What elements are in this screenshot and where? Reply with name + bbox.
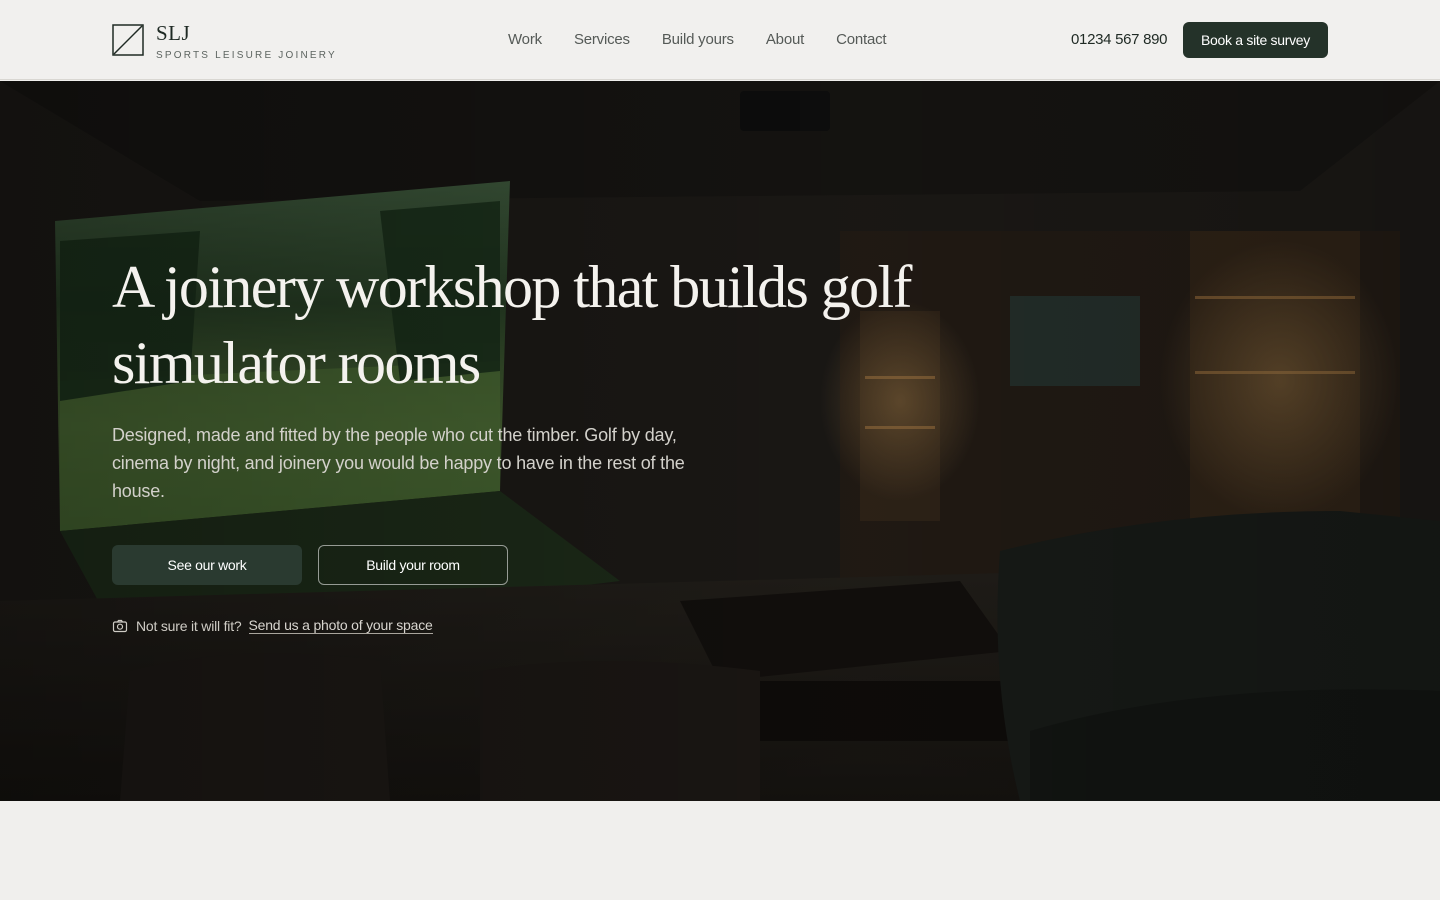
phone-link[interactable]: 01234 567 890 [1071,30,1168,50]
main-nav: Work Services Build yours About Contact [508,30,918,50]
diagonal-square-icon [112,24,144,56]
nav-about[interactable]: About [766,30,804,50]
build-your-room-button[interactable]: Build your room [318,545,508,585]
book-site-survey-button[interactable]: Book a site survey [1183,22,1328,58]
brand-tagline: SPORTS LEISURE JOINERY [156,50,337,61]
site-header: SLJ SPORTS LEISURE JOINERY Work Services… [0,0,1440,80]
brand-text: SLJ SPORTS LEISURE JOINERY [156,22,337,62]
hero-section: A joinery workshop that builds golf simu… [0,81,1440,801]
below-fold-section [0,801,1440,900]
nav-build-yours[interactable]: Build yours [662,30,734,50]
nav-work[interactable]: Work [508,30,542,50]
nav-services[interactable]: Services [574,30,630,50]
send-photo-link[interactable]: Send us a photo of your space [248,617,433,634]
see-our-work-button[interactable]: See our work [112,545,302,585]
hero-actions: See our work Build your room [112,545,1012,585]
hero-content: A joinery workshop that builds golf simu… [112,249,1012,634]
photo-note-text: Not sure it will fit? [136,617,242,634]
brand-name: SLJ [156,21,191,45]
brand-logo-link[interactable]: SLJ SPORTS LEISURE JOINERY [112,22,337,62]
photo-note: Not sure it will fit? Send us a photo of… [112,617,1012,634]
hero-title: A joinery workshop that builds golf simu… [112,254,913,396]
hero-subtitle: Designed, made and fitted by the people … [112,425,685,501]
camera-icon [112,618,128,634]
nav-contact[interactable]: Contact [836,30,886,50]
